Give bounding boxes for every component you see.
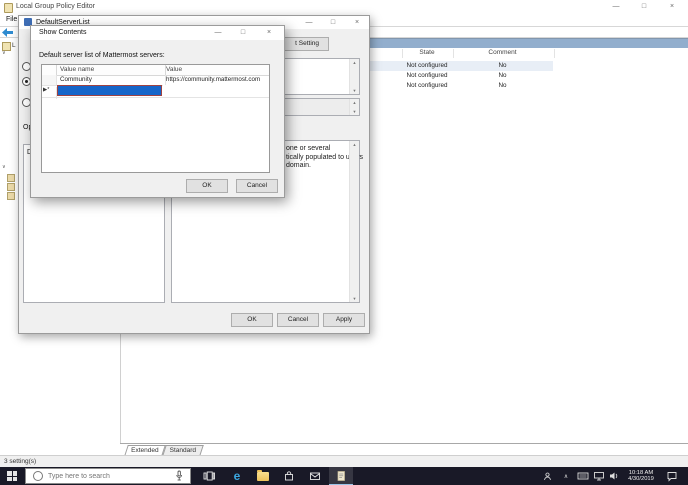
scroll-down-icon[interactable]: ▼: [350, 109, 359, 114]
scroll-down-icon[interactable]: ▼: [350, 88, 359, 93]
policy-apply-button[interactable]: Apply: [323, 313, 365, 327]
gpe-close-button[interactable]: ×: [660, 0, 684, 13]
show-contents-title: Show Contents: [39, 29, 86, 36]
new-row-marker: ▶*: [43, 87, 57, 99]
sc-ok-button[interactable]: OK: [186, 179, 228, 193]
help-scrollbar[interactable]: ▲ ▼: [349, 141, 359, 302]
touch-keyboard-icon[interactable]: [575, 467, 590, 485]
sc-maximize-button[interactable]: □: [232, 26, 254, 39]
microphone-icon[interactable]: [174, 470, 184, 482]
tree-node-icon[interactable]: [7, 174, 15, 182]
policy-maximize-button[interactable]: □: [321, 16, 345, 29]
gpe-maximize-button[interactable]: □: [632, 0, 656, 13]
tree-node-icon[interactable]: [7, 183, 15, 191]
gpe-titlebar[interactable]: Local Group Policy Editor — □ ×: [0, 0, 688, 13]
desktop: Local Group Policy Editor — □ × File L ∨…: [0, 0, 688, 485]
sc-minimize-button[interactable]: —: [207, 26, 229, 39]
tree-expander-icon[interactable]: ∨: [2, 164, 6, 170]
taskbar: e ∧ 10:18 AM 4/30: [0, 467, 688, 485]
people-icon[interactable]: [540, 467, 554, 485]
grid-header-value[interactable]: Value: [163, 65, 269, 75]
supported-scrollbar[interactable]: ▲ ▼: [349, 99, 359, 115]
clock-date: 4/30/2019: [628, 476, 654, 483]
value-name-cell[interactable]: Community: [57, 75, 166, 85]
column-header-state[interactable]: State: [402, 48, 452, 58]
scroll-up-icon[interactable]: ▲: [350, 60, 359, 65]
help-text-line: one or several: [286, 145, 330, 152]
show-contents-titlebar[interactable]: Show Contents — □ ×: [31, 26, 284, 40]
edge-icon[interactable]: e: [225, 467, 249, 485]
help-text-line: domain.: [286, 162, 311, 169]
row-selector-cell[interactable]: [42, 75, 57, 85]
store-icon[interactable]: [277, 467, 301, 485]
grid-row-new[interactable]: ▶*: [42, 85, 269, 98]
tray-chevron-up-icon[interactable]: ∧: [560, 467, 572, 485]
tree-expander-icon[interactable]: ∨: [2, 50, 6, 56]
show-contents-label: Default server list of Mattermost server…: [39, 52, 165, 59]
mail-icon[interactable]: [303, 467, 327, 485]
policy-close-button[interactable]: ×: [345, 16, 369, 29]
next-setting-button[interactable]: t Setting: [281, 37, 329, 51]
windows-logo-icon: [7, 471, 17, 481]
policy-ok-button[interactable]: OK: [231, 313, 273, 327]
sc-close-button[interactable]: ×: [257, 26, 281, 39]
scroll-up-icon[interactable]: ▲: [350, 142, 359, 147]
task-view-icon[interactable]: [197, 467, 221, 485]
back-arrow-icon[interactable]: [2, 28, 14, 37]
grid-header-value-name[interactable]: Value name: [57, 65, 166, 75]
gpedit-app-icon[interactable]: [329, 467, 353, 485]
search-input[interactable]: [48, 473, 174, 480]
policy-minimize-button[interactable]: —: [297, 16, 321, 29]
column-separator[interactable]: [401, 49, 403, 58]
scroll-up-icon[interactable]: ▲: [350, 100, 359, 105]
new-value-cell[interactable]: [163, 85, 269, 96]
column-separator[interactable]: [452, 49, 454, 58]
status-text: 3 setting(s): [4, 458, 36, 465]
file-explorer-icon[interactable]: [251, 467, 275, 485]
taskbar-search[interactable]: [25, 468, 191, 484]
column-separator[interactable]: [553, 49, 555, 58]
policy-cancel-button[interactable]: Cancel: [277, 313, 319, 327]
value-grid: Value name Value Community https://commu…: [41, 64, 270, 173]
gpe-window-title: Local Group Policy Editor: [16, 3, 95, 10]
taskbar-clock[interactable]: 10:18 AM 4/30/2019: [623, 467, 659, 485]
action-center-icon[interactable]: [662, 467, 682, 485]
gpe-app-icon: [4, 3, 13, 13]
selected-value-name-cell[interactable]: [57, 85, 162, 96]
column-header-comment[interactable]: Comment: [452, 48, 553, 58]
comment-scrollbar[interactable]: ▲ ▼: [349, 59, 359, 94]
menu-file[interactable]: File: [6, 16, 17, 23]
show-contents-dialog: Show Contents — □ × Default server list …: [30, 25, 285, 198]
tree-node-icon[interactable]: [7, 192, 15, 200]
gpe-minimize-button[interactable]: —: [604, 0, 628, 13]
cortana-icon: [33, 471, 43, 481]
tree-root-label[interactable]: L: [12, 42, 16, 49]
scroll-down-icon[interactable]: ▼: [350, 296, 359, 301]
value-cell[interactable]: https://community.mattermost.com: [163, 75, 269, 85]
sc-cancel-button[interactable]: Cancel: [236, 179, 278, 193]
network-icon[interactable]: [591, 467, 606, 485]
speaker-icon[interactable]: [607, 467, 621, 485]
grid-corner: [42, 65, 57, 75]
start-button[interactable]: [0, 467, 24, 485]
